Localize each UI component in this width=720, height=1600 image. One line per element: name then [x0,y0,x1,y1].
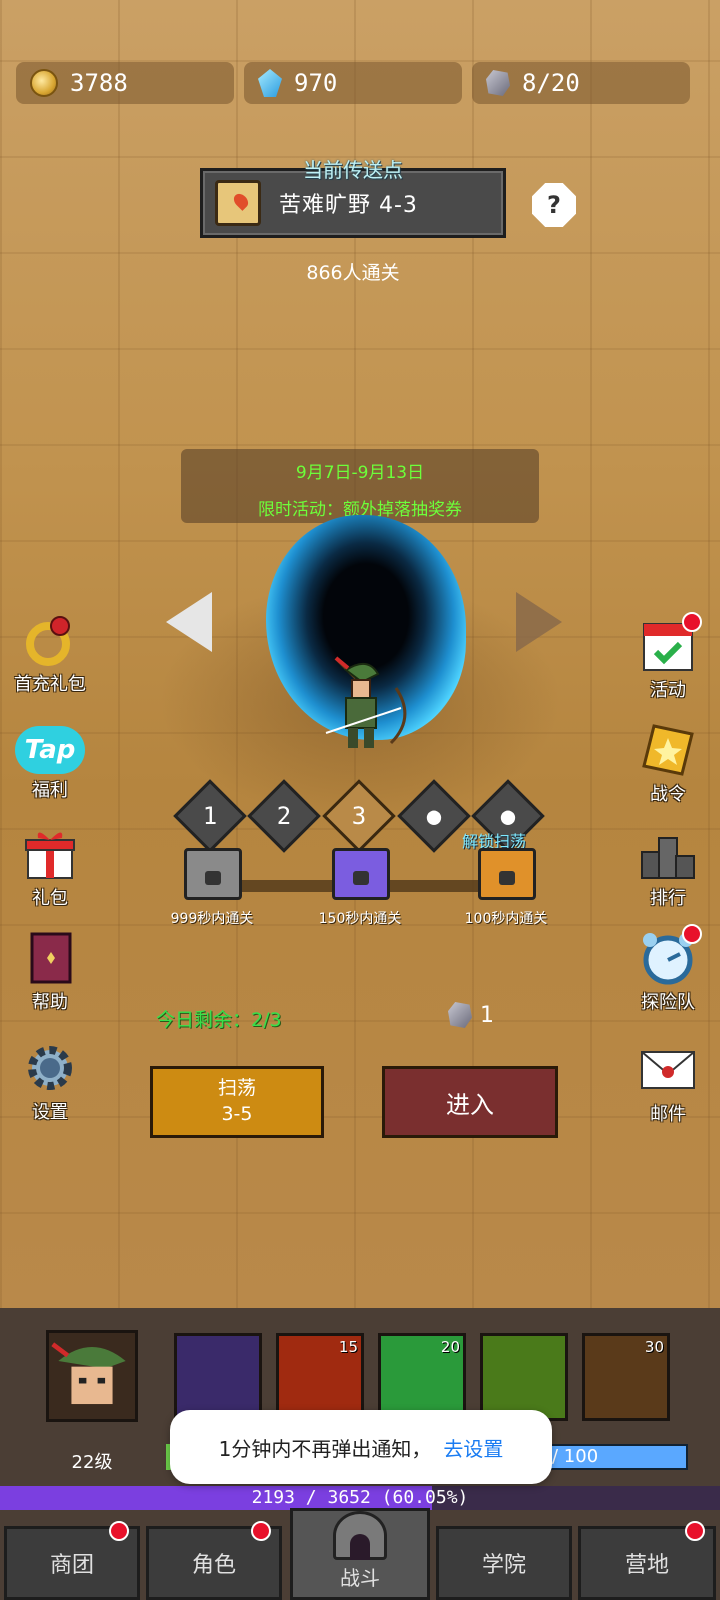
difficulty-1-label: 1 [202,802,218,830]
sweep-range: 3-5 [221,1103,253,1125]
arrow-rain-skill-icon[interactable]: 30 [582,1333,670,1421]
nav-character-dot [251,1521,271,1541]
ring-icon [22,612,78,668]
tap-badge: Tap [24,735,76,765]
gift-pack-button[interactable]: 礼包 [0,826,100,910]
xp-text: 2193 / 3652 (60.05%) [251,1487,469,1508]
map-icon [215,180,261,226]
nav-battle[interactable]: 战斗 [290,1508,430,1600]
chest-silver-icon[interactable] [184,848,242,900]
book-icon [22,930,78,986]
event-date: 9月7日-9月13日 [295,463,425,483]
activity-label: 活动 [650,680,686,701]
expedition-label: 探险队 [641,992,695,1013]
chest-2-label: 150秒内通关 [318,911,402,927]
event-banner: 9月7日-9月13日 限时活动：额外掉落抽奖券 [181,449,539,523]
ranking-label: 排行 [650,888,686,909]
sweep-button[interactable]: 扫荡 3-5 [150,1066,324,1138]
nav-guild-dot [109,1521,129,1541]
battle-pass-button[interactable]: 战令 [618,722,718,806]
gem-icon [258,69,282,97]
skill-2-level: 15 [338,1338,358,1356]
help-label: 帮助 [32,992,68,1013]
gold-value: 3788 [70,69,128,97]
skill-5-level: 30 [644,1338,664,1356]
crossbow-skill-icon[interactable]: 15 [276,1333,364,1421]
notification-toast: 1分钟内不再弹出通知， 去设置 [170,1410,552,1484]
help-book-button[interactable]: 帮助 [0,930,100,1014]
nav-guild[interactable]: 商团 [4,1521,140,1600]
clear-count: 866人通关 [306,262,400,284]
stamina-counter: 8/20 [472,62,690,104]
alarm-clock-icon [640,924,702,986]
settings-button[interactable]: 设置 [0,1040,100,1124]
tap-icon: Tap [15,726,85,774]
toast-settings-link[interactable]: 去设置 [443,1433,503,1462]
stone-icon [448,1002,472,1028]
today-sweeps: 今日剩余：2/3 [156,1009,282,1031]
castle-gate-icon [333,1511,387,1560]
gem-counter: 970 [244,62,462,104]
enter-cost-value: 1 [480,1002,494,1028]
nav-academy[interactable]: 学院 [436,1526,572,1600]
welfare-label: 福利 [32,780,68,801]
mail-button[interactable]: 邮件 [618,1042,718,1126]
boot-skill-icon[interactable] [480,1333,568,1421]
archer-hero-icon [325,656,407,748]
nav-character[interactable]: 角色 [146,1521,282,1600]
envelope-icon [640,1042,696,1098]
gem-value: 970 [294,69,338,97]
nav-camp-dot [685,1521,705,1541]
chest-1-label: 999秒内通关 [170,911,254,927]
gear-icon [22,1040,78,1096]
enter-cost: 1 [448,1002,494,1028]
difficulty-3-label: 3 [351,802,367,830]
podium-icon [640,826,696,882]
activity-button[interactable]: 活动 [618,612,718,702]
sweep-label: 扫荡 [217,1077,256,1099]
paw-skill-icon[interactable]: 20 [378,1333,466,1421]
nav-battle-label: 战斗 [340,1566,380,1590]
ranking-button[interactable]: 排行 [618,826,718,910]
toast-text: 1分钟内不再弹出通知， [218,1436,432,1461]
dart-skill-icon[interactable] [174,1333,262,1421]
calendar-icon [640,612,702,674]
difficulty-2-label: 2 [276,802,292,830]
gold-counter: 3788 [16,62,234,104]
nav-academy-label: 学院 [481,1553,526,1578]
battle-pass-label: 战令 [650,784,686,805]
coin-icon [30,69,58,97]
skill-3-level: 20 [440,1338,460,1356]
activity-notification-dot [682,612,702,632]
welfare-button[interactable]: Tap 福利 [0,726,100,802]
enter-button[interactable]: 进入 [382,1066,558,1138]
expedition-button[interactable]: 探险队 [618,924,718,1014]
first-recharge-label: 首充礼包 [14,674,86,695]
chest-purple-icon[interactable] [332,848,390,900]
lock-icon: ● [426,802,442,830]
gift-icon [22,826,78,882]
nav-character-label: 角色 [191,1553,236,1578]
chest-gold-icon[interactable] [478,848,536,900]
stamina-value: 8/20 [522,69,580,97]
nav-camp[interactable]: 营地 [578,1521,716,1600]
star-badge-icon [640,722,696,778]
gift-pack-label: 礼包 [32,888,68,909]
nav-camp-label: 营地 [624,1553,669,1578]
mp-text: / 100 [552,1446,599,1467]
expedition-notification-dot [682,924,702,944]
stage-name: 苦难旷野 4-3 [279,193,418,218]
chest-3-label: 100秒内通关 [464,911,548,927]
hero-level: 22级 [71,1452,113,1473]
mail-label: 邮件 [650,1104,686,1125]
teleport-title: 当前传送点 [303,158,403,182]
settings-label: 设置 [32,1102,68,1123]
stone-icon [486,70,510,96]
mp-bar: / 100 [540,1444,688,1470]
nav-guild-label: 商团 [49,1553,94,1578]
hero-portrait[interactable] [46,1330,138,1422]
first-recharge-button[interactable]: 首充礼包 [0,612,100,696]
